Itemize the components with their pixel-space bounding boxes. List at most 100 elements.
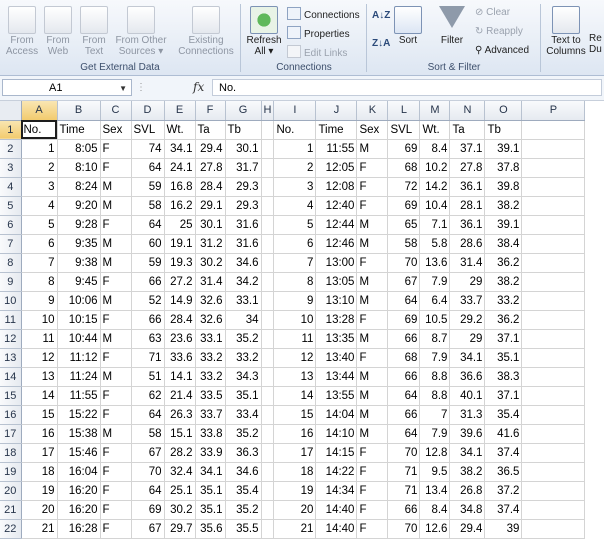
cell[interactable]: 71 (387, 481, 421, 501)
cell[interactable]: F (356, 253, 389, 273)
cell[interactable]: 18 (273, 462, 317, 482)
cell[interactable]: F (100, 500, 132, 520)
cell[interactable]: 62 (131, 386, 165, 406)
cell[interactable]: 66 (387, 500, 421, 520)
cell[interactable] (521, 310, 586, 330)
cell[interactable]: 14.1 (164, 367, 196, 387)
cell[interactable]: 31.6 (225, 234, 262, 254)
cell[interactable]: F (100, 519, 132, 539)
cell[interactable]: 8.8 (419, 386, 451, 406)
cell[interactable]: F (356, 158, 389, 178)
cell[interactable]: M (356, 367, 389, 387)
connections-button[interactable]: Connections (287, 7, 360, 22)
cell[interactable]: 34 (225, 310, 262, 330)
cell[interactable]: 8 (273, 272, 317, 292)
cell[interactable]: 7.9 (419, 272, 451, 292)
cell[interactable]: 29.3 (225, 196, 262, 216)
cell[interactable]: 38.3 (484, 367, 523, 387)
cell[interactable]: 33.1 (195, 329, 226, 349)
existing-connections-button[interactable]: Existing Connections (176, 6, 236, 57)
cell[interactable]: 13.6 (419, 253, 451, 273)
cell[interactable]: SVL (131, 120, 165, 140)
cell[interactable]: F (100, 139, 132, 159)
cell[interactable]: 34.1 (449, 443, 486, 463)
cell[interactable]: 69 (387, 196, 421, 216)
cell[interactable]: 36.5 (484, 462, 523, 482)
cell[interactable]: F (356, 310, 389, 330)
cell[interactable]: 51 (131, 367, 165, 387)
cell[interactable]: 9:20 (57, 196, 101, 216)
cell[interactable]: 30.2 (195, 253, 226, 273)
cell[interactable]: 14:40 (315, 519, 358, 539)
cell[interactable]: 67 (131, 519, 165, 539)
cell[interactable]: 18 (21, 462, 58, 482)
cell[interactable]: 29 (449, 272, 486, 292)
cell[interactable]: F (356, 443, 389, 463)
cell[interactable] (521, 367, 586, 387)
cell[interactable]: 12:05 (315, 158, 358, 178)
row-header[interactable]: 13 (0, 348, 22, 368)
cell[interactable]: 14 (21, 386, 58, 406)
cell[interactable]: 33.7 (195, 405, 226, 425)
cell[interactable]: 13:44 (315, 367, 358, 387)
cell[interactable]: 24.1 (164, 158, 196, 178)
cell[interactable]: 4 (21, 196, 58, 216)
cell[interactable]: 34.1 (195, 462, 226, 482)
row-header[interactable]: 6 (0, 215, 22, 235)
cell[interactable]: 35.1 (195, 481, 226, 501)
cell[interactable]: 7.9 (419, 348, 451, 368)
cell[interactable]: 15:38 (57, 424, 101, 444)
cell[interactable]: No. (273, 120, 317, 140)
row-header[interactable]: 1 (0, 120, 22, 140)
advanced-button[interactable]: ⚲ Advanced (475, 45, 529, 57)
column-header[interactable]: G (225, 101, 262, 121)
cell[interactable]: 8.7 (419, 329, 451, 349)
cell[interactable]: 13.4 (419, 481, 451, 501)
cell[interactable]: 9:38 (57, 253, 101, 273)
cell[interactable]: 10:15 (57, 310, 101, 330)
row-header[interactable]: 15 (0, 386, 22, 406)
cell[interactable]: Ta (449, 120, 486, 140)
cell[interactable]: 21 (273, 519, 317, 539)
cell[interactable]: 70 (131, 462, 165, 482)
cell[interactable]: 72 (387, 177, 421, 197)
cell[interactable]: 67 (387, 272, 421, 292)
cell[interactable]: 2 (273, 158, 317, 178)
cell[interactable]: F (356, 481, 389, 501)
cell[interactable]: 15.1 (164, 424, 196, 444)
row-header[interactable]: 11 (0, 310, 22, 330)
cell[interactable]: 21 (21, 519, 58, 539)
column-header[interactable]: F (195, 101, 226, 121)
column-header[interactable]: P (521, 101, 586, 121)
cell[interactable]: 35.4 (484, 405, 523, 425)
cell[interactable]: 37.4 (484, 443, 523, 463)
cell[interactable]: Time (315, 120, 358, 140)
cell[interactable]: F (356, 500, 389, 520)
cell[interactable]: 69 (131, 500, 165, 520)
cell[interactable]: 14:10 (315, 424, 358, 444)
cell[interactable]: 34.3 (225, 367, 262, 387)
cell[interactable] (521, 500, 586, 520)
cell[interactable]: 64 (131, 481, 165, 501)
cell[interactable]: 5 (21, 215, 58, 235)
cell[interactable]: 30.1 (195, 215, 226, 235)
cell[interactable]: 11:55 (315, 139, 358, 159)
row-header[interactable]: 2 (0, 139, 22, 159)
column-header[interactable]: D (131, 101, 165, 121)
row-header[interactable]: 7 (0, 234, 22, 254)
cell[interactable]: 68 (387, 158, 421, 178)
cell[interactable]: 16:04 (57, 462, 101, 482)
cell[interactable]: 69 (387, 310, 421, 330)
cell[interactable]: 29.2 (449, 310, 486, 330)
cell[interactable]: F (100, 443, 132, 463)
cell[interactable]: 29.3 (225, 177, 262, 197)
cell[interactable]: 17 (273, 443, 317, 463)
cell[interactable] (521, 215, 586, 235)
cell[interactable]: 59 (131, 177, 165, 197)
row-header[interactable]: 21 (0, 500, 22, 520)
formula-input[interactable]: No. (212, 79, 602, 96)
cell[interactable]: 13:00 (315, 253, 358, 273)
cell[interactable]: M (356, 272, 389, 292)
text-to-columns-button[interactable]: Text to Columns (545, 6, 587, 57)
cell[interactable]: 60 (131, 234, 165, 254)
